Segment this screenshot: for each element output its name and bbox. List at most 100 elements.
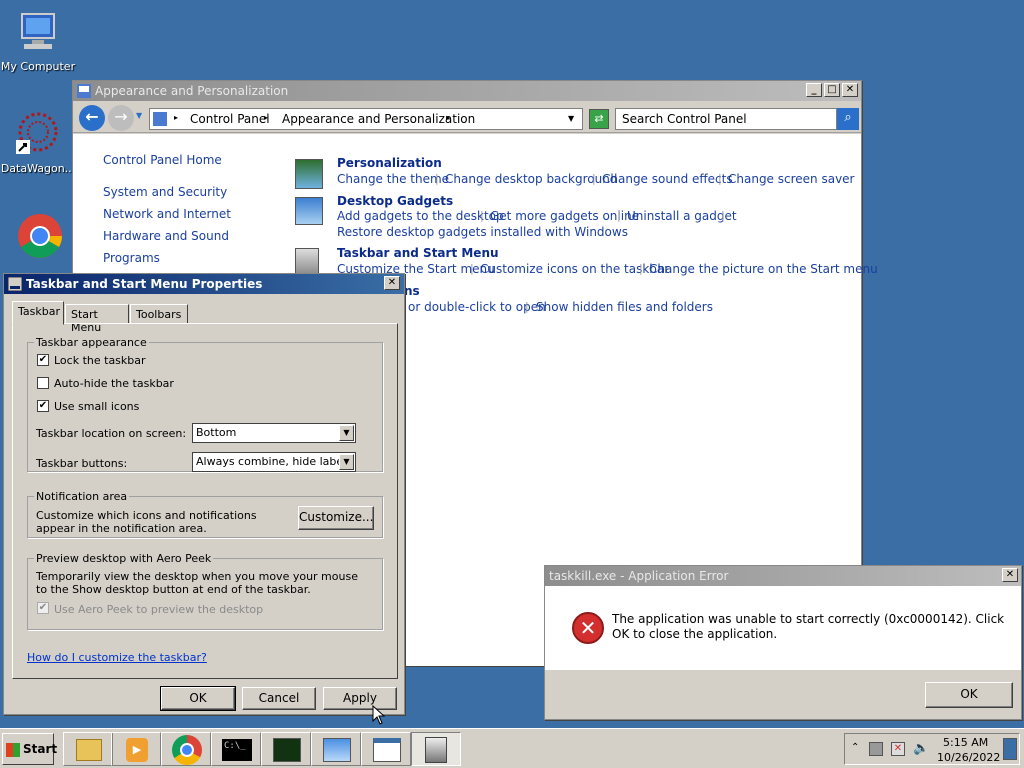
window-title: Appearance and Personalization: [95, 84, 289, 98]
section-folder-options-heading[interactable]: ns: [404, 284, 420, 298]
taskbar-media-player[interactable]: ▶: [111, 732, 161, 766]
aero-peek-checkbox[interactable]: ✔: [37, 602, 49, 614]
ok-button[interactable]: OK: [160, 686, 236, 711]
taskbar-properties-titlebar[interactable]: Taskbar and Start Menu Properties ✕: [4, 274, 404, 294]
volume-icon[interactable]: 🔈: [913, 741, 929, 756]
sidebar-item-network[interactable]: Network and Internet: [103, 207, 231, 221]
desktop-icon-datawagon[interactable]: DataWagon...: [0, 110, 76, 175]
link-change-screensaver[interactable]: Change screen saver: [728, 172, 855, 186]
section-personalization-heading[interactable]: Personalization: [337, 156, 442, 170]
separator: |: [617, 209, 621, 222]
customize-button[interactable]: Customize...: [298, 506, 374, 530]
datawagon-icon: [14, 110, 62, 158]
start-label: Start: [23, 742, 58, 756]
group-legend: Taskbar appearance: [36, 336, 147, 349]
chevron-down-icon[interactable]: ▼: [339, 425, 354, 441]
taskbar-explorer[interactable]: [63, 732, 113, 766]
folder-icon: [153, 112, 167, 126]
close-button[interactable]: ✕: [384, 276, 400, 290]
lock-taskbar-checkbox[interactable]: ✔: [37, 354, 49, 366]
cmd-icon: C:\_: [222, 739, 252, 761]
show-desktop-button[interactable]: [1003, 738, 1017, 760]
section-gadgets-heading[interactable]: Desktop Gadgets: [337, 194, 453, 208]
refresh-icon[interactable]: ⇄: [589, 109, 609, 129]
separator: |: [721, 209, 725, 222]
link-add-gadgets[interactable]: Add gadgets to the desktop: [337, 209, 504, 223]
desktop-icon-chrome[interactable]: [0, 212, 76, 264]
tab-panel: Taskbar appearance ✔ Lock the taskbar Au…: [12, 323, 398, 679]
link-show-hidden[interactable]: Show hidden files and folders: [536, 300, 713, 314]
taskbar-section-icon: [295, 248, 319, 276]
start-button[interactable]: Start: [2, 733, 58, 765]
taskbar-cmd[interactable]: C:\_: [211, 732, 261, 766]
search-icon[interactable]: ⌕: [837, 108, 859, 130]
minimize-button[interactable]: _: [806, 83, 822, 97]
desktop-icon-label: DataWagon...: [0, 162, 76, 175]
separator: |: [639, 262, 643, 275]
clock-date[interactable]: 10/26/2022: [937, 751, 1000, 764]
sidebar-item-system-security[interactable]: System and Security: [103, 185, 227, 199]
buttons-label: Taskbar buttons:: [36, 457, 128, 470]
tab-toolbars[interactable]: Toolbars: [130, 304, 188, 324]
group-legend: Preview desktop with Aero Peek: [36, 552, 212, 565]
control-panel-titlebar[interactable]: Appearance and Personalization _ □ ✕: [73, 81, 861, 101]
breadcrumb-arrow-icon[interactable]: ▸: [446, 113, 450, 122]
autohide-label: Auto-hide the taskbar: [54, 377, 174, 390]
location-select[interactable]: Bottom ▼: [192, 423, 356, 443]
show-hidden-icons-icon[interactable]: ⌃: [851, 742, 859, 753]
link-change-start-picture[interactable]: Change the picture on the Start menu: [649, 262, 878, 276]
group-legend: Notification area: [36, 490, 128, 503]
cancel-button[interactable]: Cancel: [242, 687, 316, 710]
desktop-icon-my-computer[interactable]: My Computer: [0, 8, 76, 73]
chevron-down-icon[interactable]: ▼: [339, 454, 354, 470]
separator: |: [480, 209, 484, 222]
sidebar-item-programs[interactable]: Programs: [103, 251, 160, 265]
breadcrumb-control-panel[interactable]: Control Panel: [190, 112, 270, 126]
history-dropdown-icon[interactable]: ▼: [136, 111, 142, 120]
dialog-title: Taskbar and Start Menu Properties: [26, 277, 263, 291]
close-button[interactable]: ✕: [1002, 568, 1018, 582]
address-box[interactable]: ▸ Control Panel ▸ Appearance and Persona…: [149, 108, 583, 130]
help-link[interactable]: How do I customize the taskbar?: [27, 651, 207, 664]
link-change-sound[interactable]: Change sound effects: [602, 172, 733, 186]
location-label: Taskbar location on screen:: [36, 427, 187, 440]
error-body: ✕ The application was unable to start co…: [545, 586, 1021, 670]
address-dropdown-icon[interactable]: ▼: [568, 114, 574, 123]
forward-button[interactable]: →: [108, 105, 134, 131]
sidebar-home-link[interactable]: Control Panel Home: [103, 153, 222, 167]
taskbar-control-panel[interactable]: [311, 732, 361, 766]
action-center-icon[interactable]: ✕: [891, 742, 905, 756]
taskbar-task-manager[interactable]: [261, 732, 311, 766]
chrome-icon: [14, 212, 62, 260]
small-icons-checkbox[interactable]: ✔: [37, 400, 49, 412]
error-ok-button[interactable]: OK: [925, 682, 1013, 708]
tab-start-menu[interactable]: Start Menu: [65, 304, 129, 334]
taskbar-chrome[interactable]: [161, 732, 211, 766]
maximize-button[interactable]: □: [824, 83, 840, 97]
separator: |: [718, 172, 722, 185]
task-manager-icon: [273, 738, 301, 762]
breadcrumb-arrow-icon[interactable]: ▸: [264, 113, 268, 122]
application-error-dialog: taskkill.exe - Application Error ✕ ✕ The…: [544, 565, 1022, 720]
search-input[interactable]: Search Control Panel: [615, 108, 837, 130]
link-change-theme[interactable]: Change the theme: [337, 172, 449, 186]
desktop-icon-label: My Computer: [0, 60, 76, 73]
taskbar-properties-window[interactable]: [361, 732, 411, 766]
autohide-checkbox[interactable]: [37, 377, 49, 389]
tab-taskbar[interactable]: Taskbar: [12, 301, 64, 325]
error-titlebar[interactable]: taskkill.exe - Application Error ✕: [545, 566, 1021, 586]
address-bar-area: ← → ▼ ▸ Control Panel ▸ Appearance and P…: [73, 101, 861, 133]
close-button[interactable]: ✕: [842, 83, 858, 97]
link-restore-gadgets[interactable]: Restore desktop gadgets installed with W…: [337, 225, 628, 239]
taskbar-taskkill[interactable]: [411, 732, 461, 766]
network-icon[interactable]: [869, 742, 883, 756]
breadcrumb-arrow-icon[interactable]: ▸: [174, 113, 178, 122]
section-taskbar-heading[interactable]: Taskbar and Start Menu: [337, 246, 499, 260]
buttons-select[interactable]: Always combine, hide labels ▼: [192, 452, 356, 472]
back-button[interactable]: ←: [79, 105, 105, 131]
location-value: Bottom: [196, 426, 237, 439]
control-panel-icon: [77, 84, 91, 98]
small-icons-label: Use small icons: [54, 400, 140, 413]
sidebar-item-hardware[interactable]: Hardware and Sound: [103, 229, 229, 243]
clock-time[interactable]: 5:15 AM: [943, 736, 988, 749]
